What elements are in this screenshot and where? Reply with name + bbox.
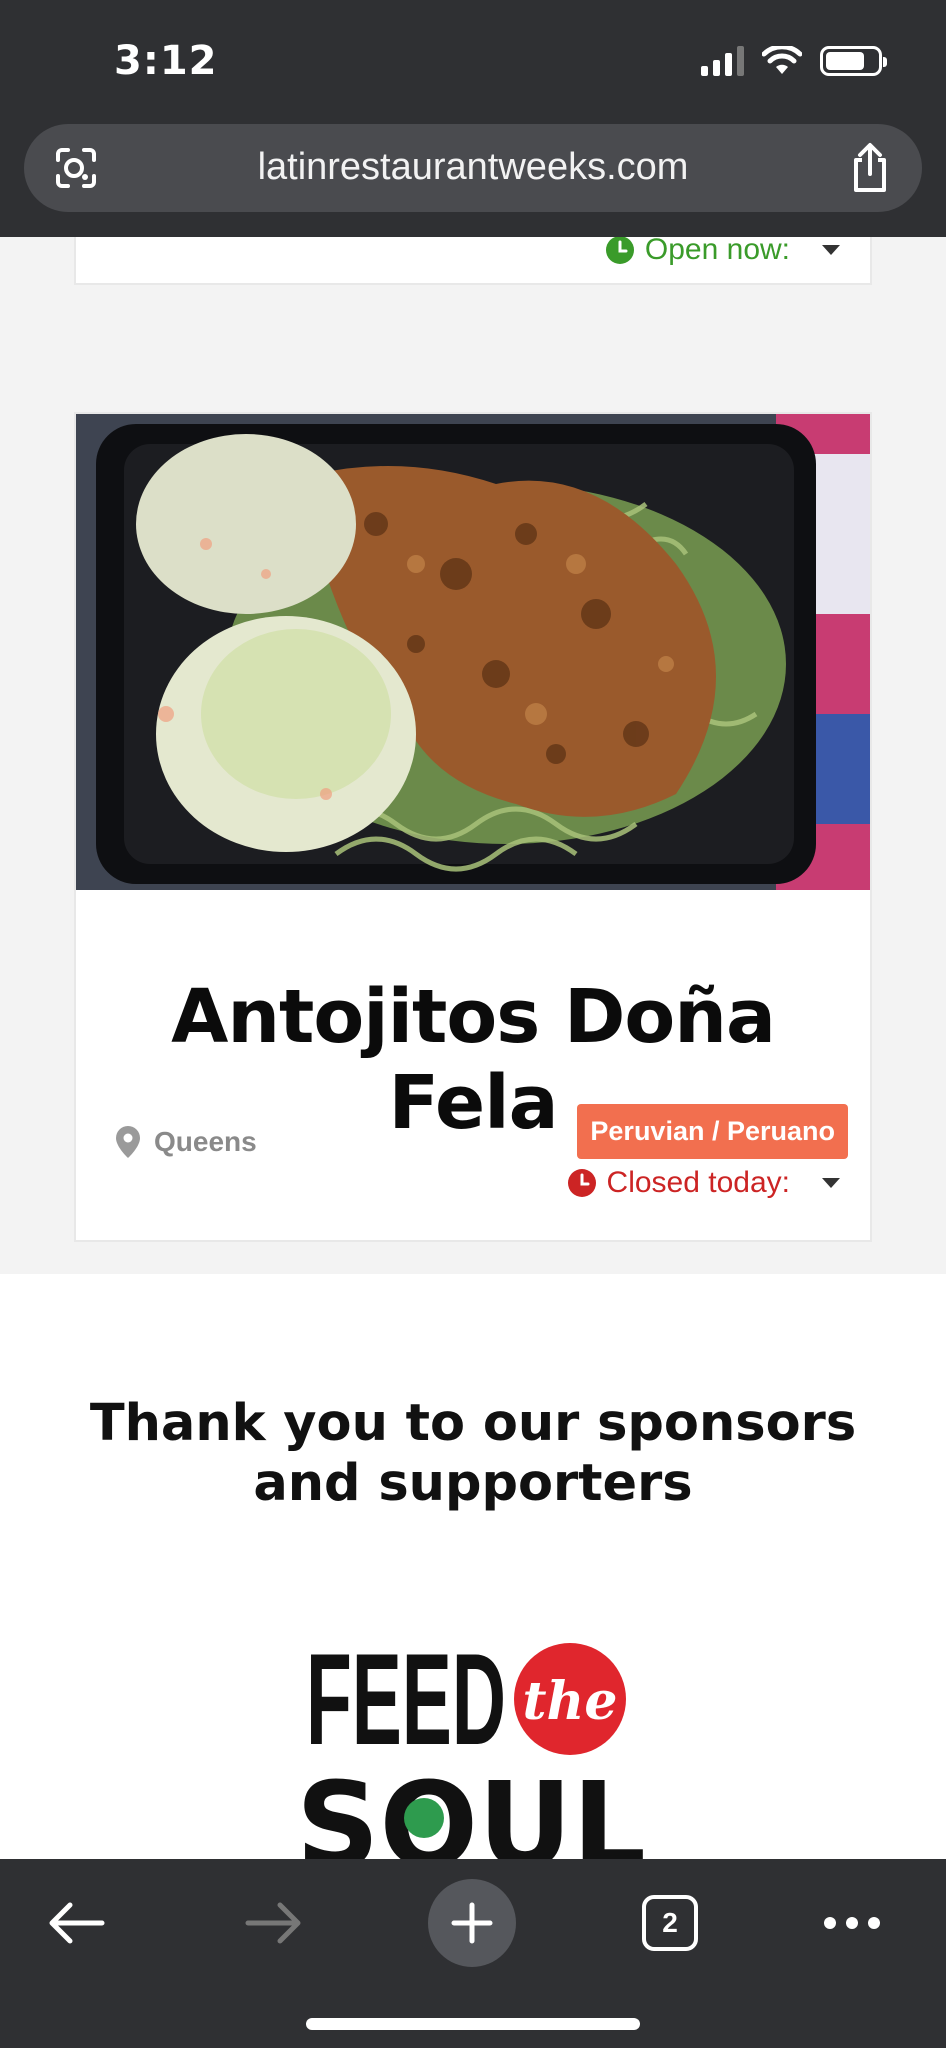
share-icon[interactable] xyxy=(846,142,894,194)
caret-down-icon xyxy=(822,1178,840,1188)
cuisine-badge[interactable]: Peruvian / Peruano xyxy=(577,1104,848,1159)
caret-down-icon xyxy=(822,245,840,255)
cellular-signal-icon xyxy=(701,46,744,76)
home-indicator xyxy=(306,2018,640,2030)
forward-button[interactable] xyxy=(230,1879,318,1967)
open-hours-toggle[interactable]: Open now: xyxy=(605,237,840,267)
plus-icon xyxy=(451,1902,493,1944)
browser-top-bar: 3:12 latinrestaurantweeks.com xyxy=(0,0,946,237)
location-label: Queens xyxy=(154,1126,257,1157)
clock-icon xyxy=(567,1169,596,1197)
open-now-label: Open now: xyxy=(644,237,790,266)
url-text[interactable]: latinrestaurantweeks.com xyxy=(24,146,922,189)
logo-the: the xyxy=(523,1671,618,1732)
logo-line1: FEED xyxy=(306,1626,506,1772)
dish-photo xyxy=(76,414,870,890)
more-dots-icon xyxy=(824,1917,880,1929)
tab-count: 2 xyxy=(642,1895,698,1951)
restaurant-card[interactable]: Antojitos Doña Fela Queens Peruvian / Pe… xyxy=(74,412,872,1242)
more-menu-button[interactable] xyxy=(808,1879,896,1967)
browser-bottom-toolbar: 2 xyxy=(0,1859,946,2048)
clock-icon xyxy=(605,237,634,264)
back-button[interactable] xyxy=(32,1879,120,1967)
tab-switcher-button[interactable]: 2 xyxy=(626,1879,714,1967)
web-page-content: Open now: Antojitos Doña Fela Queens Per… xyxy=(0,237,946,1859)
sponsors-section: Thank you to our sponsors and supporters… xyxy=(0,1274,946,1859)
arrow-left-icon xyxy=(49,1902,105,1944)
previous-restaurant-card: Open now: xyxy=(74,237,872,285)
address-bar[interactable]: latinrestaurantweeks.com xyxy=(24,124,922,212)
new-tab-button[interactable] xyxy=(428,1879,516,1967)
sponsors-heading: Thank you to our sponsors and supporters xyxy=(89,1394,857,1513)
wifi-icon xyxy=(762,46,802,74)
map-pin-icon xyxy=(116,1126,140,1158)
battery-icon xyxy=(820,46,887,76)
status-time: 3:12 xyxy=(114,38,218,84)
closed-today-label: Closed today: xyxy=(606,1166,790,1199)
logo-line2: SOUL xyxy=(296,1756,646,1859)
restaurant-location: Queens xyxy=(116,1126,257,1158)
feed-the-soul-logo[interactable]: FEED the SOUL xyxy=(290,1604,670,1859)
arrow-right-icon xyxy=(245,1902,301,1944)
status-icons xyxy=(701,46,887,76)
closed-hours-toggle[interactable]: Closed today: xyxy=(567,1166,840,1200)
